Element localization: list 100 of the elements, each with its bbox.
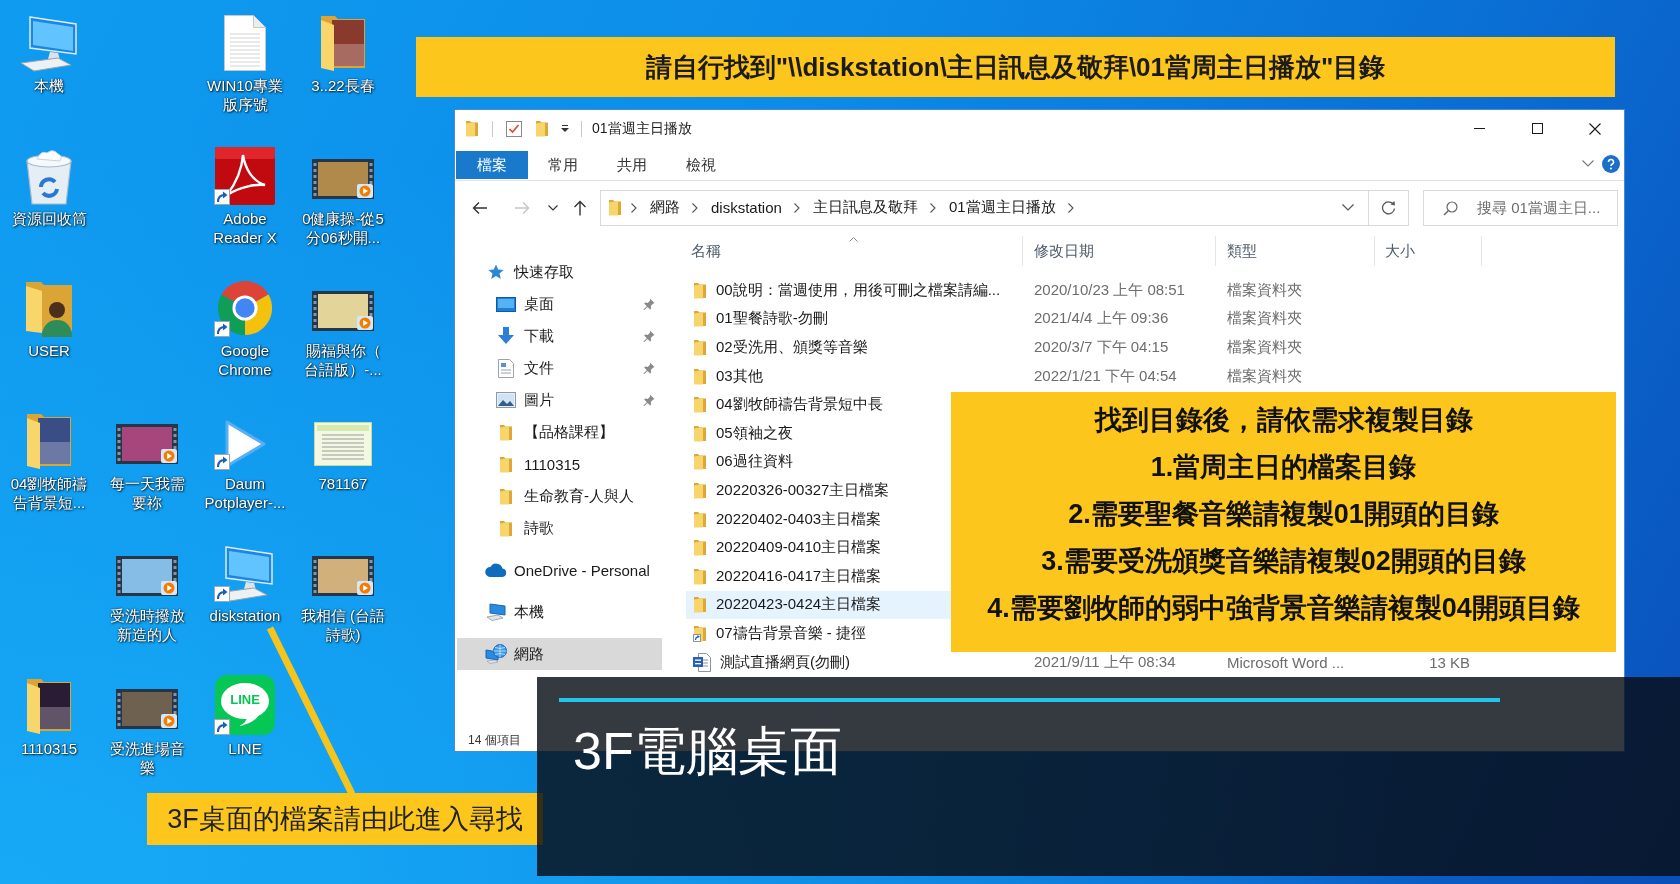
- file-row[interactable]: 01聖餐詩歌-勿刪 2021/4/4 上午 09:36 檔案資料夾: [686, 304, 1485, 334]
- nav-item[interactable]: 詩歌: [457, 512, 662, 544]
- column-header[interactable]: 類型: [1216, 236, 1375, 266]
- modified-date: 2020/10/23 上午 08:51: [1034, 280, 1185, 300]
- folder-icon: [693, 424, 707, 442]
- folder-icon: [608, 199, 622, 216]
- user-folder-icon[interactable]: [25, 279, 73, 337]
- file-name: 03其他: [716, 366, 763, 386]
- image-thumbnail-icon[interactable]: [314, 421, 372, 466]
- checklist-icon[interactable]: [506, 120, 522, 137]
- file-row[interactable]: 20220416-0417主日檔案: [686, 561, 951, 591]
- column-header[interactable]: 大小: [1375, 236, 1482, 266]
- column-header[interactable]: 修改日期: [1023, 236, 1216, 266]
- breadcrumb[interactable]: 01當週主日播放: [948, 198, 1056, 217]
- dropdown-caret-icon[interactable]: [561, 124, 569, 133]
- file-name: 06過往資料: [716, 452, 793, 472]
- document-icon: [693, 652, 711, 672]
- file-size: 13 KB: [1429, 653, 1470, 671]
- recycle-bin-icon[interactable]: [24, 148, 74, 205]
- file-row[interactable]: 06過往資料: [686, 447, 951, 477]
- video-thumbnail-icon[interactable]: [312, 291, 374, 331]
- nav-item[interactable]: 本機: [457, 596, 662, 628]
- file-type: 檔案資料夾: [1227, 309, 1302, 329]
- picture-icon: [496, 392, 516, 408]
- file-name: 00說明：當週使用，用後可刪之檔案請編...: [716, 280, 1001, 300]
- file-row[interactable]: 00說明：當週使用，用後可刪之檔案請編... 2020/10/23 上午 08:51 檔案資料夾: [686, 276, 1485, 305]
- chevron-right-icon: [1067, 202, 1074, 213]
- photo-folder-icon[interactable]: [26, 676, 72, 735]
- reader-app-icon[interactable]: [215, 146, 275, 205]
- maximize-icon: [1531, 123, 1543, 134]
- instruction-line: 找到目錄後，請依需求複製目錄: [1094, 404, 1473, 437]
- file-row[interactable]: 03其他 2022/1/21 下午 04:54 檔案資料夾: [686, 361, 1485, 391]
- download-icon: [498, 327, 514, 345]
- pin-icon[interactable]: [643, 298, 655, 310]
- file-row[interactable]: 05領袖之夜: [686, 418, 951, 448]
- video-thumbnail-icon[interactable]: [116, 423, 178, 464]
- video-thumbnail-icon[interactable]: [312, 556, 374, 596]
- document-icon[interactable]: [223, 14, 267, 72]
- nav-item[interactable]: 下載: [457, 320, 662, 352]
- caption-title: 3F電腦桌面: [573, 722, 842, 780]
- file-name: 04劉牧師禱告背景短中長: [716, 395, 883, 415]
- file-row[interactable]: 20220326-00327主日檔案: [686, 476, 951, 505]
- file-name: 20220402-0403主日檔案: [716, 509, 882, 529]
- file-name: 07禱告背景音樂 - 捷徑: [716, 623, 866, 643]
- file-type: 檔案資料夾: [1227, 366, 1302, 386]
- file-row[interactable]: 04劉牧師禱告背景短中長: [686, 390, 951, 419]
- breadcrumb[interactable]: 主日訊息及敬拜: [812, 198, 918, 217]
- photo-folder-icon[interactable]: [320, 14, 366, 72]
- file-row[interactable]: 20220409-0410主日檔案: [686, 533, 951, 562]
- nav-item[interactable]: OneDrive - Personal: [457, 554, 662, 586]
- computer-icon: [486, 603, 506, 621]
- folder-icon: [693, 567, 707, 585]
- nav-item[interactable]: 生命教育-人與人: [457, 480, 662, 512]
- file-row[interactable]: 07禱告背景音樂 - 捷徑: [686, 619, 951, 648]
- pin-icon[interactable]: [643, 394, 655, 406]
- modified-date: 2022/1/21 下午 04:54: [1034, 366, 1177, 386]
- file-name: 05領袖之夜: [716, 423, 793, 443]
- column-header[interactable]: 名稱: [683, 236, 1023, 266]
- chevron-right-icon: [631, 202, 637, 213]
- video-thumbnail-icon[interactable]: [116, 556, 178, 596]
- breadcrumb[interactable]: 網路: [650, 198, 680, 217]
- help-icon[interactable]: [1602, 154, 1620, 173]
- pin-icon[interactable]: [643, 362, 655, 374]
- chevron-down-icon[interactable]: [1582, 160, 1594, 167]
- search-field[interactable]: 搜尋 01當週主日...: [1423, 189, 1618, 226]
- nav-item[interactable]: 快速存取: [457, 256, 662, 288]
- close-icon: [1589, 122, 1601, 135]
- nav-item[interactable]: 網路: [457, 638, 662, 670]
- folder-icon: [693, 596, 707, 614]
- folder-shortcut-icon: [693, 624, 707, 642]
- computer-icon[interactable]: [19, 16, 79, 72]
- file-row[interactable]: 20220402-0403主日檔案: [686, 504, 951, 534]
- ribbon-tab[interactable]: 常用: [528, 151, 597, 179]
- pin-icon[interactable]: [643, 330, 655, 342]
- nav-item[interactable]: 文件: [457, 352, 662, 384]
- instruction-line: 2.需要聖餐音樂請複製01開頭的目錄: [1068, 498, 1499, 531]
- nav-item[interactable]: 圖片: [457, 384, 662, 416]
- chevron-right-icon: [793, 202, 800, 213]
- photo-folder-icon[interactable]: [26, 411, 72, 470]
- arrow-up-icon: [573, 199, 587, 216]
- nav-item[interactable]: 1110315: [457, 448, 662, 480]
- nav-item[interactable]: 【品格課程】: [457, 416, 662, 448]
- file-row[interactable]: 20220423-0424主日檔案: [686, 590, 951, 620]
- star-icon: [488, 264, 504, 280]
- file-row[interactable]: 測試直播網頁(勿刪) 2021/9/11 上午 08:34 Microsoft Word ... 13 KB: [686, 647, 1485, 677]
- ribbon-tab[interactable]: 檢視: [666, 151, 735, 179]
- breadcrumb[interactable]: diskstation: [711, 199, 782, 216]
- chevron-right-icon: [692, 202, 698, 213]
- video-thumbnail-icon[interactable]: [312, 158, 374, 199]
- chevron-down-icon[interactable]: [1342, 204, 1354, 211]
- address-bar[interactable]: 網路 diskstation 主日訊息及敬拜 01當週主日播放: [600, 189, 1409, 226]
- ribbon-tab[interactable]: 檔案: [456, 151, 528, 179]
- browser-icon[interactable]: [216, 279, 274, 337]
- video-thumbnail-icon[interactable]: [116, 688, 178, 729]
- nav-item[interactable]: 桌面: [457, 288, 662, 320]
- folder-icon: [693, 281, 707, 299]
- ribbon-tab[interactable]: 共用: [597, 151, 666, 179]
- chevron-right-icon: [929, 202, 936, 213]
- folder-icon: [693, 510, 707, 528]
- file-row[interactable]: 02受洗用、頒獎等音樂 2020/3/7 下午 04:15 檔案資料夾: [686, 333, 1485, 362]
